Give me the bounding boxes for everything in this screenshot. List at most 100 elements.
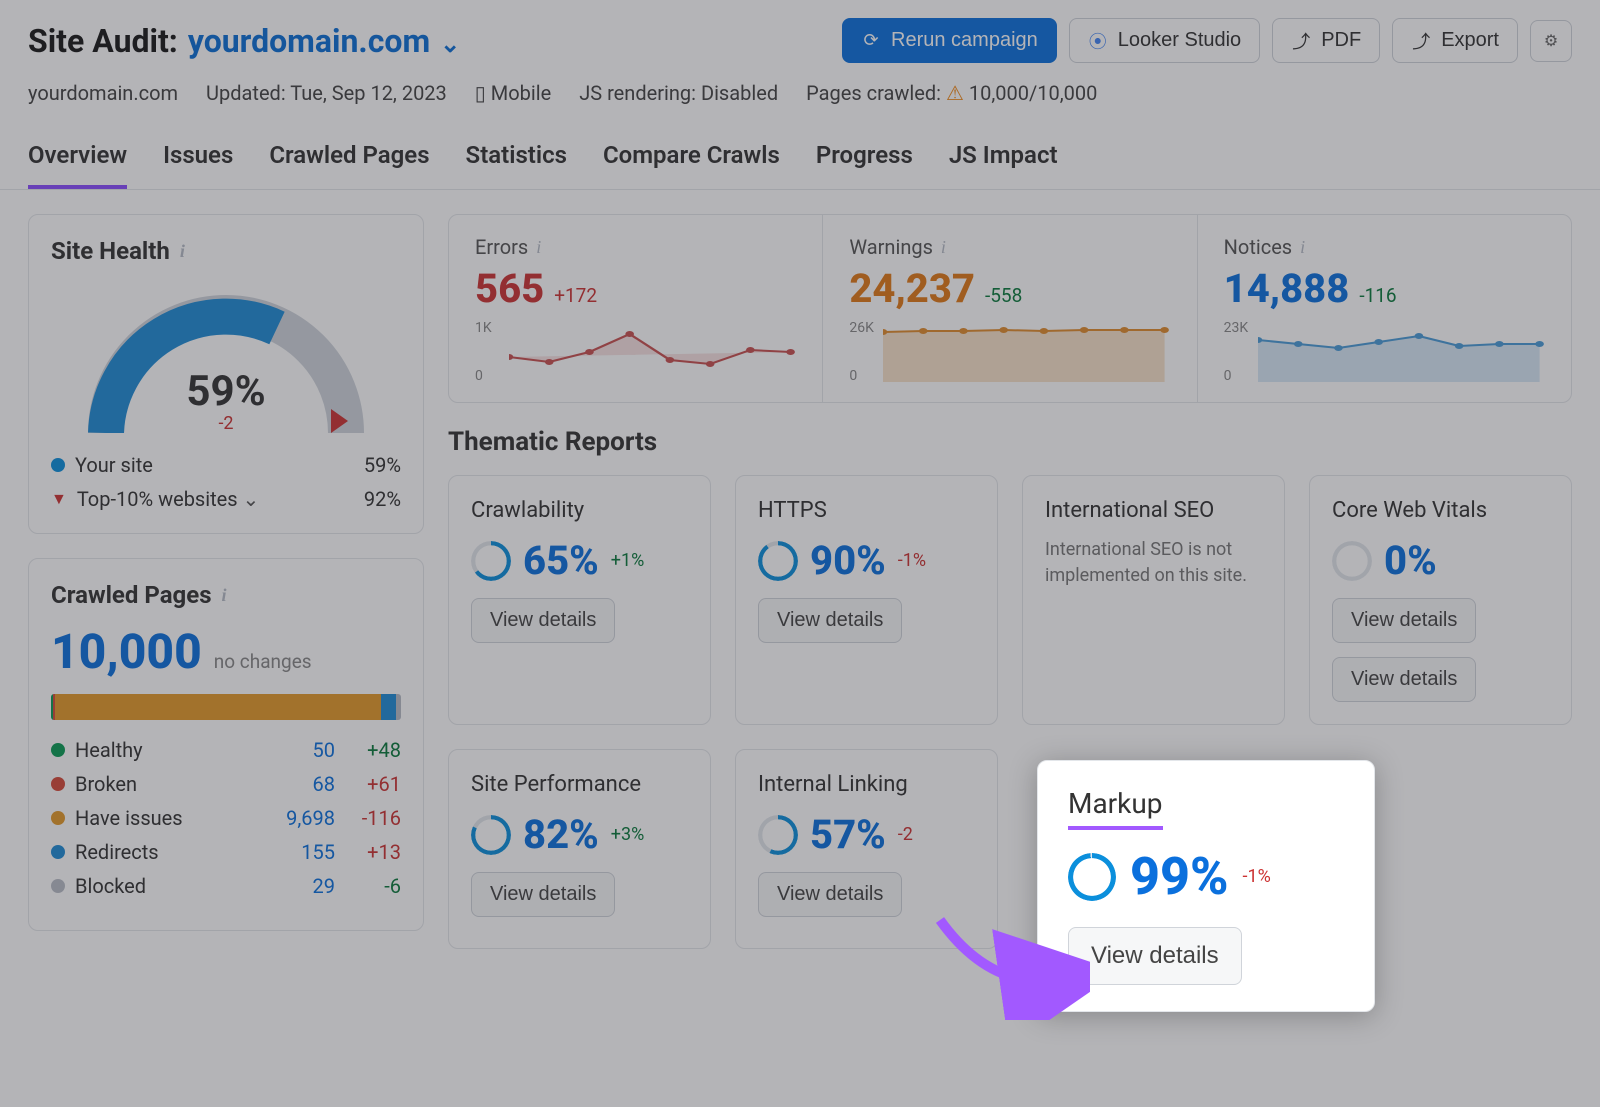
donut-icon xyxy=(1332,541,1372,581)
view-details-button[interactable]: View details xyxy=(1332,598,1476,643)
crawled-pages-total: 10,000 xyxy=(51,623,202,680)
markup-value: 99% xyxy=(1130,846,1229,907)
refresh-icon: ⟳ xyxy=(861,31,881,51)
tab-overview[interactable]: Overview xyxy=(28,141,127,189)
markup-title: Markup xyxy=(1068,787,1163,830)
report-title: Site Performance xyxy=(471,772,688,797)
report-title: Crawlability xyxy=(471,498,688,523)
report-value: 65% xyxy=(523,537,599,584)
site-health-title: Site Health xyxy=(51,237,170,265)
crawled-stackbar xyxy=(51,694,401,720)
info-icon[interactable]: i xyxy=(1300,237,1305,258)
meta-mobile: ▯ Mobile xyxy=(475,81,551,105)
view-details-button[interactable]: View details xyxy=(758,872,902,917)
rerun-label: Rerun campaign xyxy=(891,29,1038,52)
dot-icon xyxy=(51,845,65,859)
view-details-button[interactable]: View details xyxy=(471,872,615,917)
tab-statistics[interactable]: Statistics xyxy=(466,141,567,189)
crawled-row[interactable]: Broken 68 +61 xyxy=(51,772,401,796)
crawled-pages-title: Crawled Pages xyxy=(51,581,212,609)
tab-crawled-pages[interactable]: Crawled Pages xyxy=(269,141,429,189)
settings-button[interactable]: ⚙ xyxy=(1530,20,1572,62)
site-health-value: 59% xyxy=(186,367,265,416)
crawled-pages-card: Crawled Pages i 10,000 no changes Health… xyxy=(28,558,424,931)
tab-js-impact[interactable]: JS Impact xyxy=(949,141,1058,189)
cwv-report-card[interactable]: Core Web Vitals 0% View details View deta… xyxy=(1309,475,1572,725)
report-delta: -1% xyxy=(898,550,926,571)
gear-icon: ⚙ xyxy=(1544,31,1558,50)
info-icon[interactable]: i xyxy=(180,241,185,262)
info-icon[interactable]: i xyxy=(222,585,227,606)
crawlability-report-card[interactable]: Crawlability 65% +1% View details xyxy=(448,475,711,725)
donut-icon xyxy=(758,541,798,581)
view-details-button[interactable]: View details xyxy=(1332,657,1476,702)
info-icon[interactable]: i xyxy=(536,237,541,258)
thematic-title: Thematic Reports xyxy=(448,427,1572,457)
dot-icon xyxy=(51,811,65,825)
report-value: 57% xyxy=(810,811,886,858)
crawled-row[interactable]: Healthy 50 +48 xyxy=(51,738,401,762)
report-value: 0% xyxy=(1384,537,1437,584)
markup-report-card[interactable]: Markup 99% -1% View details xyxy=(1037,760,1375,1012)
dot-icon xyxy=(51,458,65,472)
export-button[interactable]: ⤴ Export xyxy=(1392,18,1518,63)
legend-row: ▼Top-10% websites ⌄92% xyxy=(51,487,401,511)
report-title: HTTPS xyxy=(758,498,975,523)
looker-label: Looker Studio xyxy=(1118,29,1241,52)
errors-value: 565 xyxy=(475,265,544,312)
tab-progress[interactable]: Progress xyxy=(816,141,913,189)
warnings-delta: -558 xyxy=(985,284,1022,307)
chevron-down-icon[interactable]: ⌄ xyxy=(243,487,260,511)
warning-icon: ⚠ xyxy=(946,81,964,105)
donut-icon xyxy=(471,815,511,855)
legend-row: Your site59% xyxy=(51,453,401,477)
dot-icon xyxy=(51,743,65,757)
errors-stat[interactable]: Errorsi 565+172 1K0 xyxy=(449,215,822,402)
issue-stats-strip: Errorsi 565+172 1K0 Warningsi 24,237-558… xyxy=(448,214,1572,403)
tab-compare-crawls[interactable]: Compare Crawls xyxy=(603,141,780,189)
site-health-card: Site Health i 59% -2 Your site59% ▼Top-10… xyxy=(28,214,424,534)
donut-icon xyxy=(1068,853,1116,901)
view-details-button[interactable]: View details xyxy=(471,598,615,643)
domain-selector[interactable]: yourdomain.com ⌄ xyxy=(188,22,460,60)
intl-report-card[interactable]: International SEOInternational SEO is no… xyxy=(1022,475,1285,725)
view-details-button[interactable]: View details xyxy=(758,598,902,643)
info-icon[interactable]: i xyxy=(941,237,946,258)
looker-studio-button[interactable]: ⦿ Looker Studio xyxy=(1069,18,1260,63)
pdf-label: PDF xyxy=(1321,29,1361,52)
warnings-stat[interactable]: Warningsi 24,237-558 26K0 xyxy=(822,215,1196,402)
meta-updated: Updated: Tue, Sep 12, 2023 xyxy=(206,81,447,105)
rerun-campaign-button[interactable]: ⟳ Rerun campaign xyxy=(842,18,1057,63)
domain-selector-text: yourdomain.com xyxy=(188,22,430,60)
chevron-down-icon: ⌄ xyxy=(440,30,460,58)
looker-icon: ⦿ xyxy=(1088,31,1108,51)
linking-report-card[interactable]: Internal Linking 57% -2 View details xyxy=(735,749,998,949)
upload-icon: ⤴ xyxy=(1291,31,1311,51)
export-label: Export xyxy=(1441,29,1499,52)
report-value: 82% xyxy=(523,811,599,858)
report-delta: -2 xyxy=(898,824,913,845)
triangle-icon: ▼ xyxy=(51,489,67,509)
crawled-pages-changes: no changes xyxy=(214,650,312,673)
crawled-row[interactable]: Redirects 155 +13 xyxy=(51,840,401,864)
notices-delta: -116 xyxy=(1359,284,1396,307)
page-title-label: Site Audit: xyxy=(28,22,178,60)
meta-js: JS rendering: Disabled xyxy=(579,81,778,105)
crawled-row[interactable]: Blocked 29 -6 xyxy=(51,874,401,898)
report-title: Core Web Vitals xyxy=(1332,498,1549,523)
report-delta: +1% xyxy=(611,550,645,571)
site-health-delta: -2 xyxy=(218,413,233,433)
pdf-button[interactable]: ⤴ PDF xyxy=(1272,18,1380,63)
notices-stat[interactable]: Noticesi 14,888-116 23K0 xyxy=(1197,215,1571,402)
report-value: 90% xyxy=(810,537,886,584)
view-details-button[interactable]: View details xyxy=(1068,927,1242,985)
report-title: International SEO xyxy=(1045,498,1262,523)
tab-issues[interactable]: Issues xyxy=(163,141,233,189)
report-delta: +3% xyxy=(611,824,645,845)
mobile-icon: ▯ xyxy=(475,81,486,105)
errors-delta: +172 xyxy=(554,284,597,307)
warnings-value: 24,237 xyxy=(849,265,975,312)
https-report-card[interactable]: HTTPS 90% -1% View details xyxy=(735,475,998,725)
crawled-row[interactable]: Have issues 9,698 -116 xyxy=(51,806,401,830)
perf-report-card[interactable]: Site Performance 82% +3% View details xyxy=(448,749,711,949)
